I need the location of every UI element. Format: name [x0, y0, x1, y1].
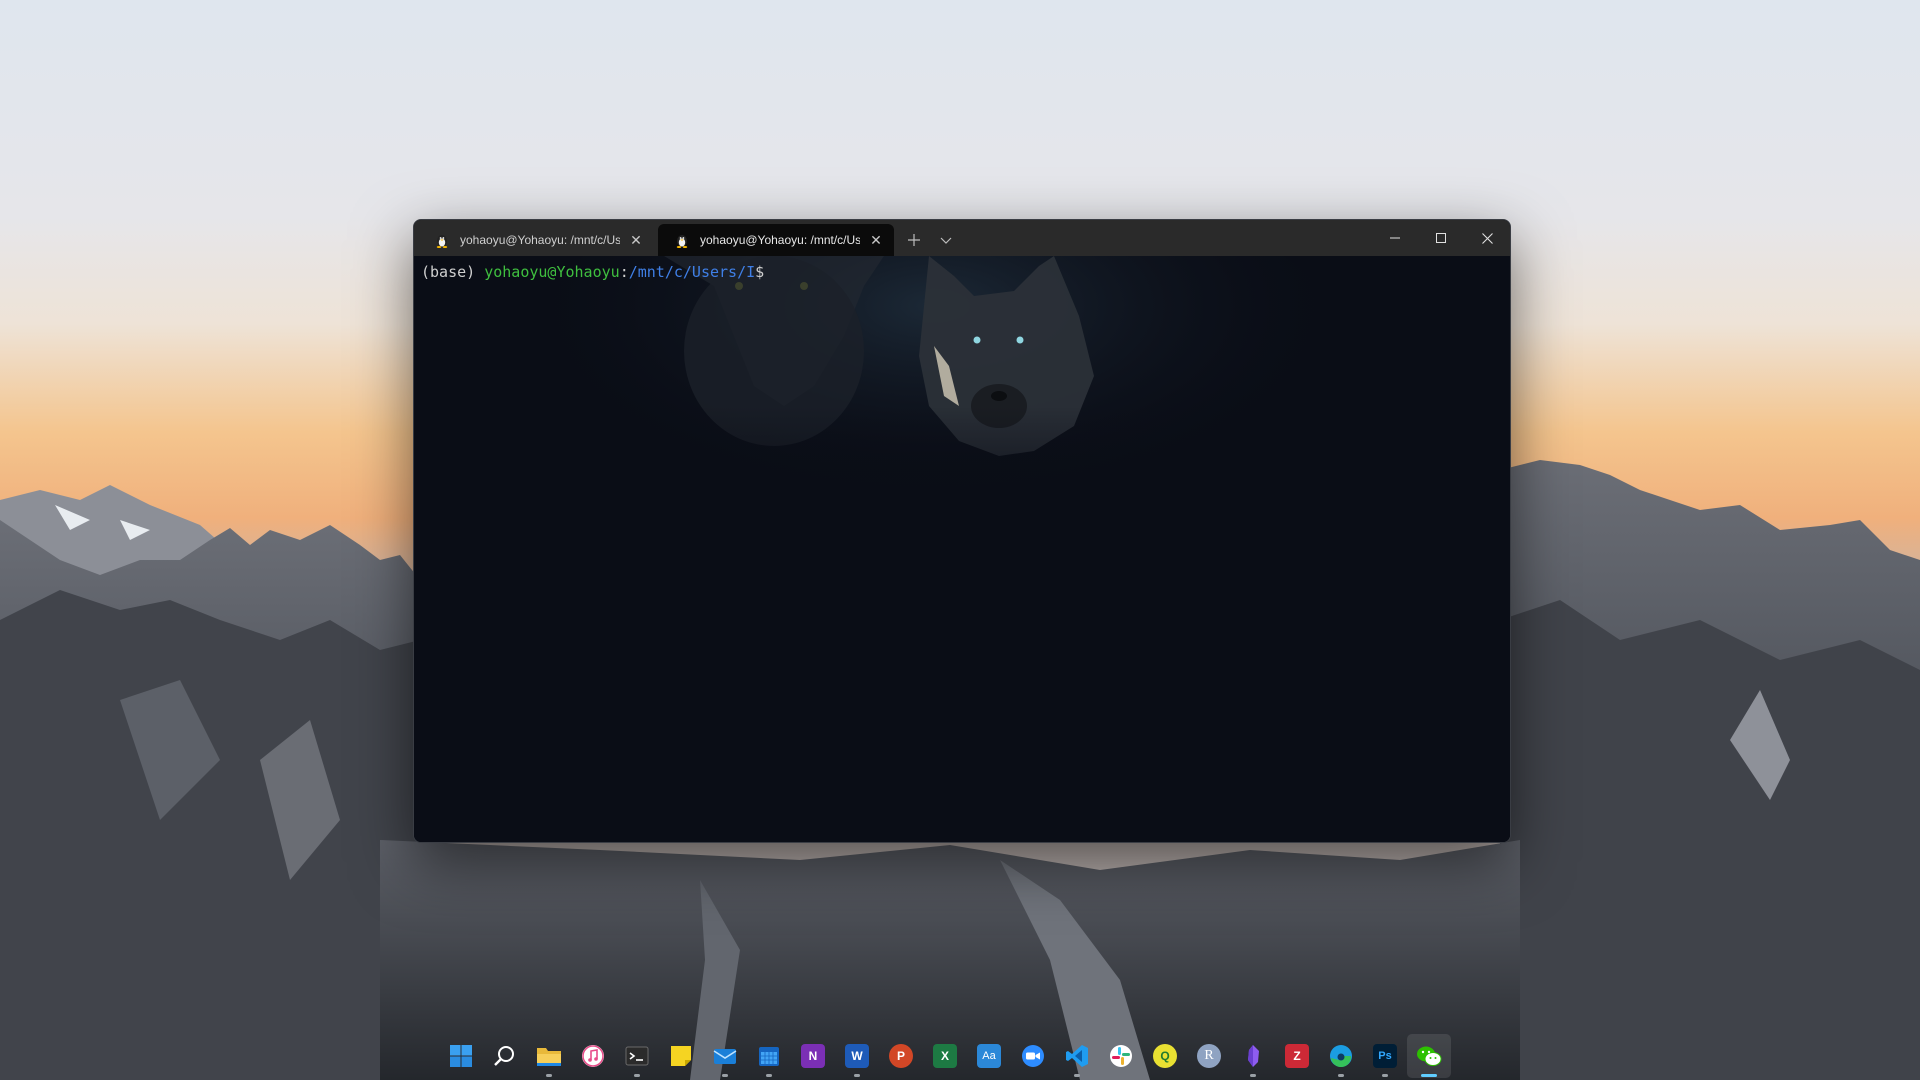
- terminal-content[interactable]: (base) yohaoyu@Yohaoyu:/mnt/c/Users/I$: [414, 256, 1510, 842]
- taskbar-app-wechat[interactable]: [1407, 1034, 1451, 1078]
- translator-icon: Aa: [977, 1044, 1001, 1068]
- taskbar-app-sticky-notes[interactable]: [659, 1034, 703, 1078]
- taskbar-app-onenote[interactable]: N: [791, 1034, 835, 1078]
- running-indicator: [634, 1074, 640, 1077]
- terminal-icon: [625, 1046, 649, 1066]
- close-icon[interactable]: ✕: [628, 232, 644, 248]
- start-button[interactable]: [439, 1034, 483, 1078]
- close-icon: [1481, 232, 1493, 244]
- taskbar: N W P X Aa Q R Z Ps: [0, 1032, 1920, 1080]
- taskbar-app-calendar[interactable]: [747, 1034, 791, 1078]
- taskbar-app-photoshop[interactable]: Ps: [1363, 1034, 1407, 1078]
- maximize-icon: [1436, 233, 1446, 243]
- terminal-window: yohaoyu@Yohaoyu: /mnt/c/Use ✕ yohaoyu@Yo…: [413, 219, 1511, 843]
- close-window-button[interactable]: [1464, 220, 1510, 256]
- tab-title: yohaoyu@Yohaoyu: /mnt/c/Use: [460, 233, 620, 247]
- search-button[interactable]: [483, 1034, 527, 1078]
- wolf-background-image: [414, 256, 1510, 566]
- running-indicator: [546, 1074, 552, 1077]
- minimize-icon: [1390, 237, 1400, 239]
- qgis-icon: Q: [1153, 1044, 1177, 1068]
- music-note-icon: [582, 1045, 604, 1067]
- folder-icon: [537, 1048, 561, 1066]
- taskbar-app-vscode[interactable]: [1055, 1034, 1099, 1078]
- linux-tux-icon: [676, 235, 688, 248]
- close-icon[interactable]: ✕: [868, 232, 884, 248]
- wechat-icon: [1417, 1046, 1442, 1066]
- conda-env: (base): [421, 263, 476, 281]
- tab-2[interactable]: yohaoyu@Yohaoyu: /mnt/c/Use ✕: [658, 224, 894, 256]
- zotero-icon: Z: [1285, 1044, 1309, 1068]
- powerpoint-icon: P: [889, 1044, 913, 1068]
- prompt-user-host: yohaoyu@Yohaoyu: [484, 263, 620, 281]
- taskbar-app-excel[interactable]: X: [923, 1034, 967, 1078]
- tab-1[interactable]: yohaoyu@Yohaoyu: /mnt/c/Use ✕: [418, 224, 654, 256]
- windows-logo-icon: [450, 1045, 472, 1067]
- running-indicator: [1338, 1074, 1344, 1077]
- edge-icon: [1330, 1045, 1352, 1068]
- mail-icon: [713, 1049, 737, 1064]
- plus-icon: [908, 234, 920, 246]
- running-indicator: [854, 1074, 860, 1077]
- running-indicator: [1421, 1074, 1437, 1077]
- title-bar[interactable]: yohaoyu@Yohaoyu: /mnt/c/Use ✕ yohaoyu@Yo…: [414, 220, 1510, 256]
- shell-prompt: (base) yohaoyu@Yohaoyu:/mnt/c/Users/I$: [421, 262, 764, 282]
- minimize-button[interactable]: [1372, 220, 1418, 256]
- tab-dropdown-button[interactable]: [930, 224, 962, 256]
- taskbar-app-edge[interactable]: [1319, 1034, 1363, 1078]
- maximize-button[interactable]: [1418, 220, 1464, 256]
- slack-icon: [1110, 1045, 1132, 1067]
- sticky-note-icon: [671, 1046, 691, 1066]
- chevron-down-icon: [940, 237, 952, 244]
- obsidian-icon: [1248, 1045, 1259, 1067]
- taskbar-app-qgis[interactable]: Q: [1143, 1034, 1187, 1078]
- video-camera-icon: [1022, 1045, 1044, 1067]
- caption-buttons: [1372, 220, 1510, 256]
- taskbar-app-itunes[interactable]: [571, 1034, 615, 1078]
- taskbar-app-terminal[interactable]: [615, 1034, 659, 1078]
- running-indicator: [1382, 1074, 1388, 1077]
- tab-title: yohaoyu@Yohaoyu: /mnt/c/Use: [700, 233, 860, 247]
- taskbar-app-translator[interactable]: Aa: [967, 1034, 1011, 1078]
- prompt-symbol: $: [755, 263, 765, 281]
- prompt-colon: :: [619, 263, 629, 281]
- onenote-icon: N: [801, 1044, 825, 1068]
- taskbar-app-mail[interactable]: [703, 1034, 747, 1078]
- running-indicator: [1250, 1074, 1256, 1077]
- calendar-icon: [759, 1047, 779, 1066]
- word-icon: W: [845, 1044, 869, 1068]
- taskbar-app-zoom[interactable]: [1011, 1034, 1055, 1078]
- taskbar-app-powerpoint[interactable]: P: [879, 1034, 923, 1078]
- taskbar-app-obsidian[interactable]: [1231, 1034, 1275, 1078]
- excel-icon: X: [933, 1044, 957, 1068]
- taskbar-app-zotero[interactable]: Z: [1275, 1034, 1319, 1078]
- linux-tux-icon: [436, 235, 448, 248]
- vscode-icon: [1066, 1045, 1088, 1067]
- taskbar-app-file-explorer[interactable]: [527, 1034, 571, 1078]
- photoshop-icon: Ps: [1373, 1044, 1397, 1068]
- running-indicator: [722, 1074, 728, 1077]
- search-icon: [494, 1046, 514, 1066]
- r-icon: R: [1197, 1044, 1221, 1068]
- running-indicator: [1074, 1074, 1080, 1077]
- running-indicator: [766, 1074, 772, 1077]
- new-tab-button[interactable]: [898, 224, 930, 256]
- taskbar-app-word[interactable]: W: [835, 1034, 879, 1078]
- taskbar-app-r[interactable]: R: [1187, 1034, 1231, 1078]
- prompt-path: /mnt/c/Users/I: [628, 263, 756, 281]
- taskbar-app-slack[interactable]: [1099, 1034, 1143, 1078]
